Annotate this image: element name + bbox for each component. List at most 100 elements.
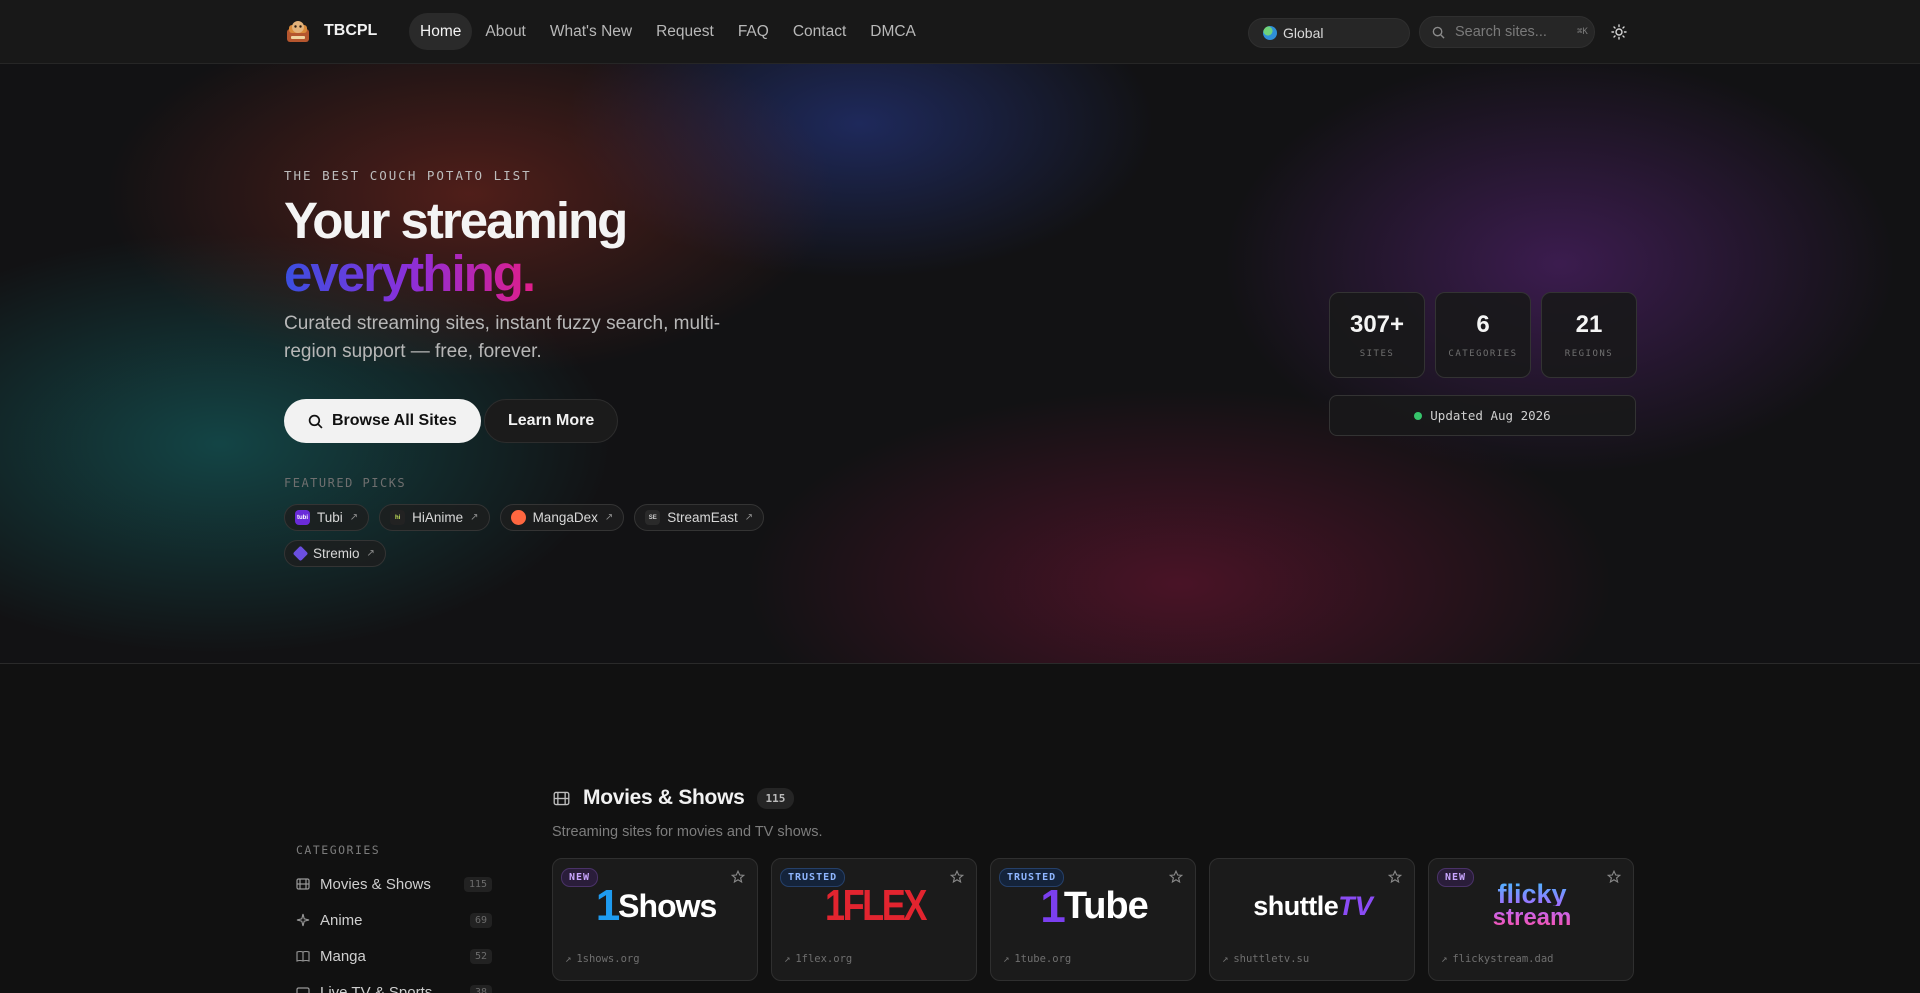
logo-accent: TV — [1338, 890, 1373, 921]
region-label: Global — [1283, 25, 1324, 41]
site-card-1tube[interactable]: TRUSTED 1 Tube ↗ 1tube.org — [990, 858, 1196, 981]
stats: 307+ SITES 6 CATEGORIES 21 REGIONS — [1329, 292, 1637, 378]
site-logo: flicky stream — [1429, 881, 1635, 931]
updated-badge: Updated Aug 2026 — [1329, 395, 1636, 436]
section-count: 115 — [756, 787, 795, 809]
stat-sites: 307+ SITES — [1329, 292, 1425, 378]
site-domain[interactable]: ↗ 1flex.org — [784, 953, 852, 965]
category-label: Anime — [320, 911, 363, 929]
category-label: Live TV & Sports — [320, 983, 433, 993]
nav-link-about[interactable]: About — [474, 13, 537, 50]
external-link-icon: ↗ — [1441, 953, 1448, 965]
section-header: Movies & Shows 115 — [552, 786, 795, 810]
hero-title: Your streaming everything. — [284, 192, 628, 302]
top-nav: TBCPL Home About What's New Request FAQ … — [0, 0, 1920, 64]
section-title: Movies & Shows — [583, 786, 745, 809]
globe-icon — [1263, 26, 1277, 40]
hero-subtitle: Curated streaming sites, instant fuzzy s… — [284, 313, 721, 362]
external-link-icon: ↗ — [1222, 953, 1229, 965]
featured-picks-label: FEATURED PICKS — [284, 476, 407, 490]
section-description: Streaming sites for movies and TV shows. — [552, 824, 823, 840]
logo-text: Shows — [618, 887, 717, 924]
chip-label: HiAnime — [412, 510, 464, 525]
external-link-icon: ↗ — [565, 953, 572, 965]
external-link-icon: ↗ — [744, 512, 754, 523]
hero-title-line2: everything. — [284, 245, 536, 302]
stat-regions: 21 REGIONS — [1541, 292, 1637, 378]
featured-chip-tubi[interactable]: tubi Tubi ↗ — [284, 504, 370, 531]
browse-all-sites-button[interactable]: Browse All Sites — [284, 399, 481, 443]
categories-heading: CATEGORIES — [296, 843, 381, 857]
search-icon — [308, 414, 323, 429]
region-selector[interactable]: Global — [1248, 18, 1410, 48]
nav-link-request[interactable]: Request — [645, 13, 725, 50]
site-card-1shows[interactable]: NEW 1 Shows ↗ 1shows.org — [552, 858, 758, 981]
featured-chip-mangadex[interactable]: MangaDex ↗ — [499, 504, 625, 531]
category-item-live-tv-sports[interactable]: Live TV & Sports 38 — [296, 974, 492, 993]
domain-text: shuttletv.su — [1233, 953, 1310, 965]
browse-all-sites-label: Browse All Sites — [332, 412, 457, 429]
stat-categories: 6 CATEGORIES — [1435, 292, 1531, 378]
hero-eyebrow: THE BEST COUCH POTATO LIST — [284, 168, 532, 183]
domain-text: flickystream.dad — [1452, 953, 1554, 965]
logo-number: 1 — [1040, 880, 1066, 932]
theme-toggle-button[interactable] — [1605, 18, 1633, 46]
search-shortcut: ⌘K — [1577, 27, 1588, 37]
nav-link-whats-new[interactable]: What's New — [539, 13, 643, 50]
site-card-1flex[interactable]: TRUSTED 1FLEX ↗ 1flex.org — [771, 858, 977, 981]
brand[interactable]: TBCPL — [284, 17, 377, 45]
search-input[interactable] — [1455, 24, 1567, 40]
category-list: Movies & Shows 115 Anime 69 Manga 52 Liv… — [296, 866, 492, 993]
learn-more-button[interactable]: Learn More — [484, 399, 619, 443]
category-count: 38 — [469, 984, 492, 993]
updated-text: Updated Aug 2026 — [1430, 408, 1551, 423]
site-domain[interactable]: ↗ flickystream.dad — [1441, 953, 1553, 965]
external-link-icon: ↗ — [1003, 953, 1010, 965]
category-item-anime[interactable]: Anime 69 — [296, 902, 492, 938]
logo-text-2: stream — [1492, 904, 1572, 931]
sun-icon — [1611, 24, 1627, 40]
search-box[interactable]: ⌘K — [1419, 16, 1595, 48]
nav-link-home[interactable]: Home — [409, 13, 473, 50]
search-icon — [1432, 26, 1445, 39]
category-count: 52 — [469, 948, 492, 964]
stat-label: REGIONS — [1564, 349, 1614, 359]
stat-label: CATEGORIES — [1448, 349, 1518, 359]
sparkle-icon — [296, 913, 310, 927]
nav-link-faq[interactable]: FAQ — [727, 13, 780, 50]
featured-chip-streameast[interactable]: SE StreamEast ↗ — [634, 504, 765, 531]
site-domain[interactable]: ↗ 1shows.org — [565, 953, 640, 965]
site-logo: 1 Tube — [991, 880, 1197, 932]
logo-text: flicky — [1497, 879, 1567, 909]
site-logo: 1 Shows — [553, 881, 759, 931]
streameast-icon: SE — [645, 510, 661, 525]
external-link-icon: ↗ — [470, 512, 479, 523]
nav-link-dmca[interactable]: DMCA — [859, 13, 927, 50]
nav-link-contact[interactable]: Contact — [782, 13, 857, 50]
featured-chip-hianime[interactable]: hi HiAnime ↗ — [379, 504, 490, 531]
featured-chip-stremio[interactable]: Stremio ↗ — [284, 540, 386, 567]
site-card-shuttletv[interactable]: shuttle TV ↗ shuttletv.su — [1209, 858, 1415, 981]
featured-chips: tubi Tubi ↗ hi HiAnime ↗ MangaDex ↗ SE S… — [284, 504, 844, 567]
film-icon — [296, 877, 310, 891]
domain-text: 1shows.org — [576, 953, 640, 965]
chip-label: MangaDex — [532, 510, 598, 525]
site-card-flickystream[interactable]: NEW flicky stream ↗ flickystream.dad — [1428, 858, 1634, 981]
site-domain[interactable]: ↗ shuttletv.su — [1222, 953, 1309, 965]
category-count: 115 — [463, 876, 492, 892]
nav-links: Home About What's New Request FAQ Contac… — [409, 13, 927, 50]
film-icon — [553, 791, 570, 805]
category-item-movies-shows[interactable]: Movies & Shows 115 — [296, 866, 492, 902]
external-link-icon: ↗ — [349, 512, 359, 523]
domain-text: 1tube.org — [1014, 953, 1072, 965]
logo-text: Tube — [1063, 884, 1149, 927]
external-link-icon: ↗ — [366, 548, 375, 559]
site-domain[interactable]: ↗ 1tube.org — [1003, 953, 1071, 965]
chip-label: StreamEast — [667, 510, 738, 525]
chip-label: Stremio — [313, 546, 360, 561]
brand-name: TBCPL — [324, 22, 378, 39]
category-item-manga[interactable]: Manga 52 — [296, 938, 492, 974]
hero-title-line1: Your streaming — [284, 192, 628, 249]
stremio-icon — [292, 545, 309, 562]
tv-icon — [296, 985, 310, 993]
